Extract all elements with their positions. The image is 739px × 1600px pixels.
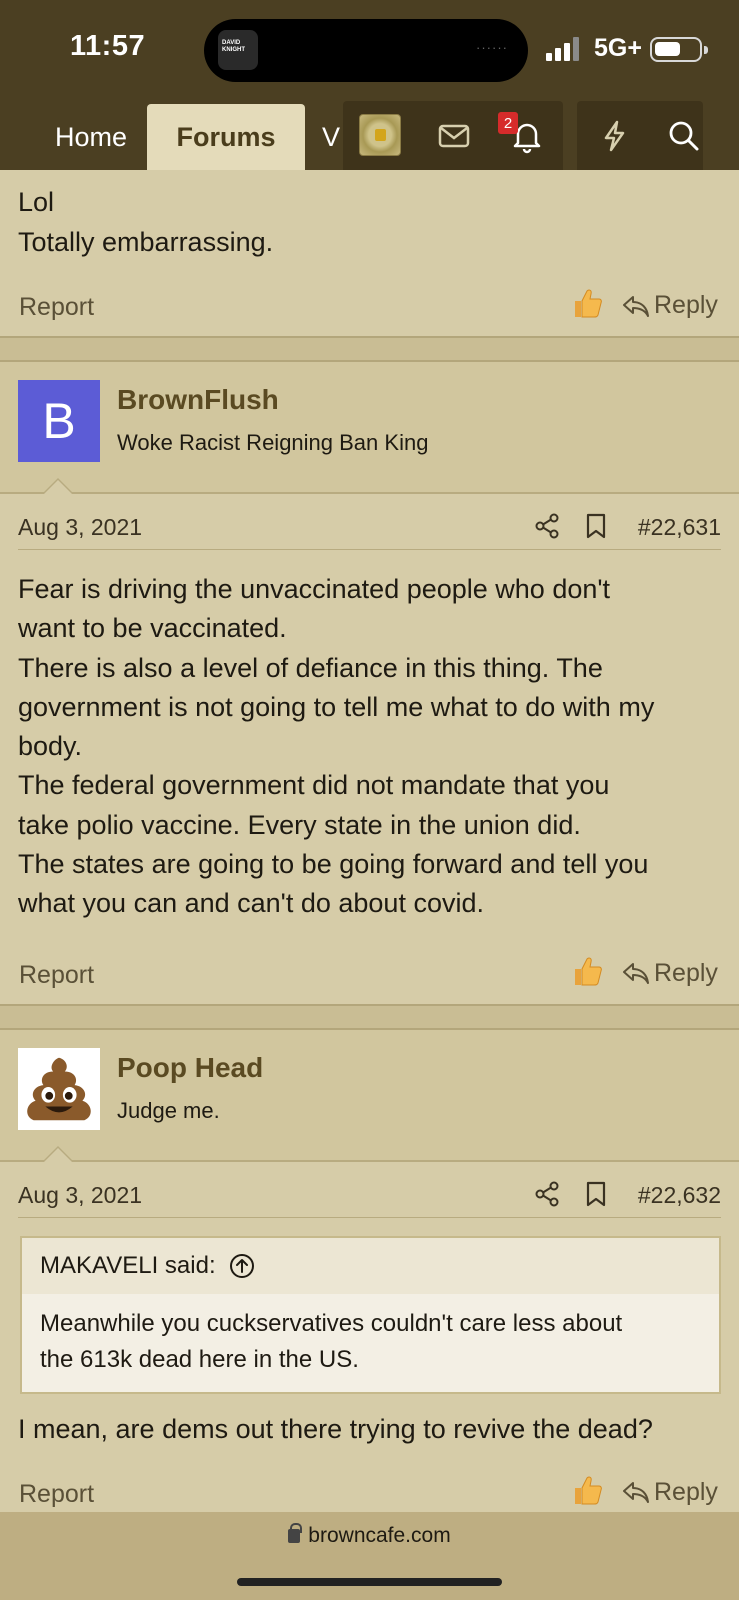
network-type: 5G+ [594,34,642,62]
post-actions: Report Reply [0,944,739,1004]
account-avatar[interactable] [359,114,401,156]
quote-line: the 613k dead here in the US. [40,1345,359,1373]
dynamic-island[interactable]: DAVID KNIGHT ······ [204,19,528,82]
post-user-header: B BrownFlush Woke Racist Reigning Ban Ki… [0,362,739,494]
status-time: 11:57 [70,30,146,62]
quote-header[interactable]: MAKAVELI said: [22,1237,719,1294]
reply-arrow-icon [623,1482,649,1504]
reply-arrow-icon [623,295,649,317]
report-link[interactable]: Report [19,1480,94,1509]
user-title: Woke Racist Reigning Ban King [117,430,429,455]
post-meta: Aug 3, 2021 #22,631 [18,494,721,550]
post-line: I mean, are dems out there trying to rev… [18,1413,653,1444]
waveform-icon: ······ [476,40,508,55]
post-line: body. [18,731,83,762]
reply-button[interactable]: Reply [622,1478,718,1507]
like-thumbs-up-icon[interactable] [571,286,603,320]
reply-button[interactable]: Reply [622,959,718,988]
browser-url-bar[interactable]: browncafe.com [0,1512,739,1600]
quote-text: Meanwhile you cuckservatives couldn't ca… [22,1294,719,1392]
reply-label: Reply [654,1477,718,1506]
reply-label: Reply [654,291,718,319]
nav-whats-new[interactable]: V [322,104,344,170]
home-indicator[interactable] [237,1578,502,1586]
like-thumbs-up-icon[interactable] [571,1473,603,1507]
username[interactable]: Poop Head [117,1052,263,1084]
post-22632: Poop Head Judge me. Aug 3, 2021 #22,632 … [0,1029,739,1523]
post-actions: Report Reply [0,276,739,336]
post-line: There is also a level of defiance in thi… [18,652,603,683]
nav-home[interactable]: Home [34,104,148,170]
quote-author: MAKAVELI said: [40,1251,216,1279]
report-link[interactable]: Report [19,961,94,990]
post-line: Lol [18,187,55,217]
post-separator [0,336,739,362]
top-header: 11:57 DAVID KNIGHT ······ 5G+ Home Forum… [0,0,739,170]
post-line: The federal government did not mandate t… [18,770,610,801]
post-line: The states are going to be going forward… [18,849,649,880]
post-line: take polio vaccine. Every state in the u… [18,809,581,840]
quote-line: Meanwhile you cuckservatives couldn't ca… [40,1309,623,1337]
jump-to-quote-icon[interactable] [228,1252,256,1280]
url-display[interactable]: browncafe.com [0,1523,739,1548]
share-icon[interactable] [533,512,561,540]
post-date[interactable]: Aug 3, 2021 [18,514,142,541]
post-number[interactable]: #22,632 [638,1182,721,1209]
share-icon[interactable] [533,1180,561,1208]
bookmark-icon[interactable] [584,1180,608,1208]
like-thumbs-up-icon[interactable] [571,954,603,988]
post-message: Lol Totally embarrassing. [0,170,739,262]
post-line: what you can and can't do about covid. [18,888,484,919]
notification-badge: 2 [498,112,518,134]
user-title: Judge me. [117,1097,220,1123]
quote-block: MAKAVELI said: Meanwhile you cuckservati… [20,1235,721,1394]
header-caret [42,1145,74,1162]
post-meta: Aug 3, 2021 #22,632 [18,1162,721,1218]
inbox-icon[interactable] [434,116,474,156]
post-22631: B BrownFlush Woke Racist Reigning Ban Ki… [0,362,739,1004]
header-caret [42,478,74,494]
nav-forums[interactable]: Forums [147,104,305,170]
reply-button[interactable]: Reply [622,291,718,320]
reply-arrow-icon [623,963,649,985]
post-line: want to be vaccinated. [18,613,287,644]
now-playing-thumbnail: DAVID KNIGHT [218,30,258,70]
post-date[interactable]: Aug 3, 2021 [18,1182,142,1209]
reply-label: Reply [654,958,718,987]
url-text: browncafe.com [308,1524,451,1547]
post-message: Fear is driving the unvaccinated people … [0,550,739,924]
post-previous: Lol Totally embarrassing. Report Reply [0,170,739,336]
username[interactable]: BrownFlush [117,384,279,416]
report-link[interactable]: Report [19,293,94,322]
lightning-icon[interactable] [594,116,634,156]
post-line: government is not going to tell me what … [18,691,655,722]
lock-icon [288,1523,303,1543]
post-number[interactable]: #22,631 [638,514,721,541]
post-line: Totally embarrassing. [18,227,274,257]
search-icon[interactable] [664,116,704,156]
post-message: I mean, are dems out there trying to rev… [0,1394,739,1449]
avatar[interactable]: B [18,380,100,462]
battery-icon [650,37,708,62]
poop-emoji-icon[interactable] [18,1047,100,1130]
post-line: Fear is driving the unvaccinated people … [18,574,611,604]
post-user-header: Poop Head Judge me. [0,1029,739,1162]
cellular-signal-icon [546,37,584,61]
thread-content: Lol Totally embarrassing. Report Reply B… [0,170,739,1523]
bookmark-icon[interactable] [584,512,608,540]
post-separator [0,1003,739,1030]
